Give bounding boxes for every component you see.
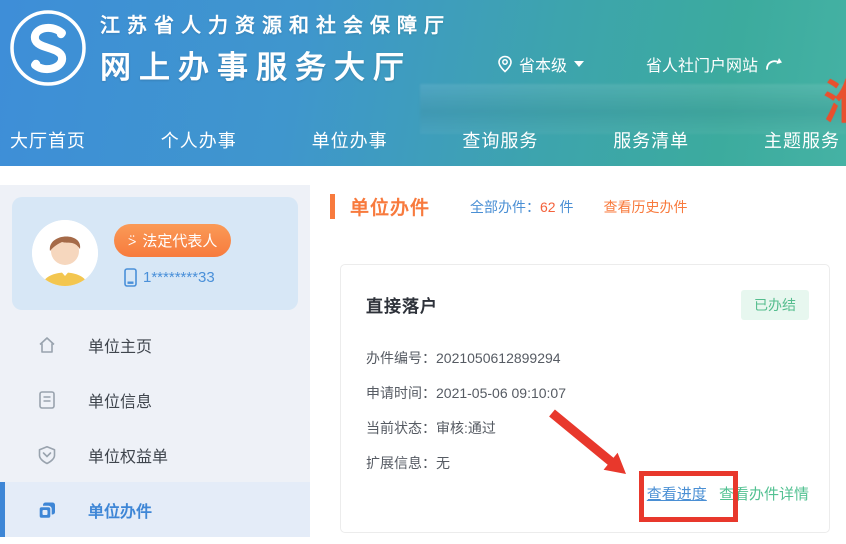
field-value: 2021-05-06 09:10:07 xyxy=(436,385,566,401)
header-branding: 江苏省人力资源和社会保障厅 网上办事服务大厅 xyxy=(12,8,451,88)
masked-phone-number: 1********33 xyxy=(143,269,215,286)
total-cases-stat: 全部办件：62 件 xyxy=(470,197,573,217)
field-label: 申请时间： xyxy=(366,385,436,401)
location-pin-icon xyxy=(497,55,513,73)
case-fields: 办件编号：2021050612899294 申请时间：2021-05-06 09… xyxy=(366,341,566,481)
sidebar-item-label: 单位主页 xyxy=(88,333,152,357)
case-number-row: 办件编号：2021050612899294 xyxy=(366,341,566,376)
sidebar-menu: 单位主页 单位信息 单 xyxy=(0,317,310,537)
annotation-arrow xyxy=(546,408,636,483)
caret-down-icon xyxy=(574,61,584,67)
region-selector[interactable]: 省本级 xyxy=(497,52,584,76)
legal-badge-label: 法定代表人 xyxy=(142,230,217,251)
institution-icon: ⍩ xyxy=(128,232,136,249)
stats-unit: 件 xyxy=(556,199,574,215)
legal-representative-badge: ⍩ 法定代表人 xyxy=(114,224,231,257)
case-card: 直接落户 已办结 办件编号：2021050612899294 申请时间：2021… xyxy=(340,264,830,533)
stats-label: 全部办件： xyxy=(470,199,540,215)
status-badge: 已办结 xyxy=(741,290,809,320)
nav-item-query[interactable]: 查询服务 xyxy=(462,127,538,153)
sidebar: ⍩ 法定代表人 1********33 单位主页 xyxy=(0,185,310,532)
field-value: 无 xyxy=(436,455,450,471)
nav-item-unit[interactable]: 单位办事 xyxy=(312,127,388,153)
jiangsu-hrss-logo xyxy=(8,8,88,88)
history-cases-link[interactable]: 查看历史办件 xyxy=(603,197,687,217)
shield-icon xyxy=(36,444,58,466)
apply-time-row: 申请时间：2021-05-06 09:10:07 xyxy=(366,376,566,411)
field-label: 当前状态： xyxy=(366,420,436,436)
portal-site-link[interactable]: 省人社门户网站 xyxy=(646,52,785,76)
document-icon xyxy=(36,389,58,411)
portal-label: 省人社门户网站 xyxy=(646,52,758,76)
section-title: 单位办件 xyxy=(350,193,430,220)
extra-info-row: 扩展信息：无 xyxy=(366,446,566,481)
region-label: 省本级 xyxy=(519,52,567,76)
sidebar-item-label: 单位权益单 xyxy=(88,443,168,467)
sidebar-item-unit-cases[interactable]: 单位办件 xyxy=(0,482,310,537)
copy-icon xyxy=(36,499,58,521)
sidebar-item-unit-info[interactable]: 单位信息 xyxy=(0,372,310,427)
stats-count: 62 xyxy=(540,199,556,215)
main-nav: 大厅首页 个人办事 单位办事 查询服务 服务清单 主题服务 xyxy=(0,120,846,166)
section-accent-bar xyxy=(330,194,335,219)
avatar xyxy=(32,220,98,286)
user-card: ⍩ 法定代表人 1********33 xyxy=(12,197,298,310)
nav-item-service-list[interactable]: 服务清单 xyxy=(613,127,689,153)
phone-row: 1********33 xyxy=(124,268,215,287)
case-title: 直接落户 xyxy=(366,292,438,317)
phone-icon xyxy=(124,268,137,287)
site-titles: 江苏省人力资源和社会保障厅 网上办事服务大厅 xyxy=(100,9,451,87)
hall-name: 网上办事服务大厅 xyxy=(100,42,451,87)
header-controls: 省本级 省人社门户网站 xyxy=(497,52,785,76)
page: 江苏省人力资源和社会保障厅 网上办事服务大厅 省本级 省人社门户网站 xyxy=(0,0,846,544)
external-link-icon xyxy=(765,56,785,72)
nav-item-theme[interactable]: 主题服务 xyxy=(764,127,840,153)
sidebar-item-unit-rights[interactable]: 单位权益单 xyxy=(0,427,310,482)
sidebar-item-unit-home[interactable]: 单位主页 xyxy=(0,317,310,372)
org-name: 江苏省人力资源和社会保障厅 xyxy=(100,9,451,38)
nav-item-personal[interactable]: 个人办事 xyxy=(161,127,237,153)
field-label: 扩展信息： xyxy=(366,455,436,471)
section-header: 单位办件 全部办件：62 件 查看历史办件 xyxy=(330,193,687,220)
field-label: 办件编号： xyxy=(366,350,436,366)
home-icon xyxy=(36,334,58,356)
field-value: 2021050612899294 xyxy=(436,350,561,366)
sidebar-item-label: 单位信息 xyxy=(88,388,152,412)
annotation-rect xyxy=(639,471,738,522)
header-banner: 江苏省人力资源和社会保障厅 网上办事服务大厅 省本级 省人社门户网站 xyxy=(0,0,846,166)
sidebar-item-label: 单位办件 xyxy=(88,498,152,522)
nav-item-home[interactable]: 大厅首页 xyxy=(10,127,86,153)
current-status-row: 当前状态：审核:通过 xyxy=(366,411,566,446)
field-value: 审核:通过 xyxy=(436,420,496,436)
